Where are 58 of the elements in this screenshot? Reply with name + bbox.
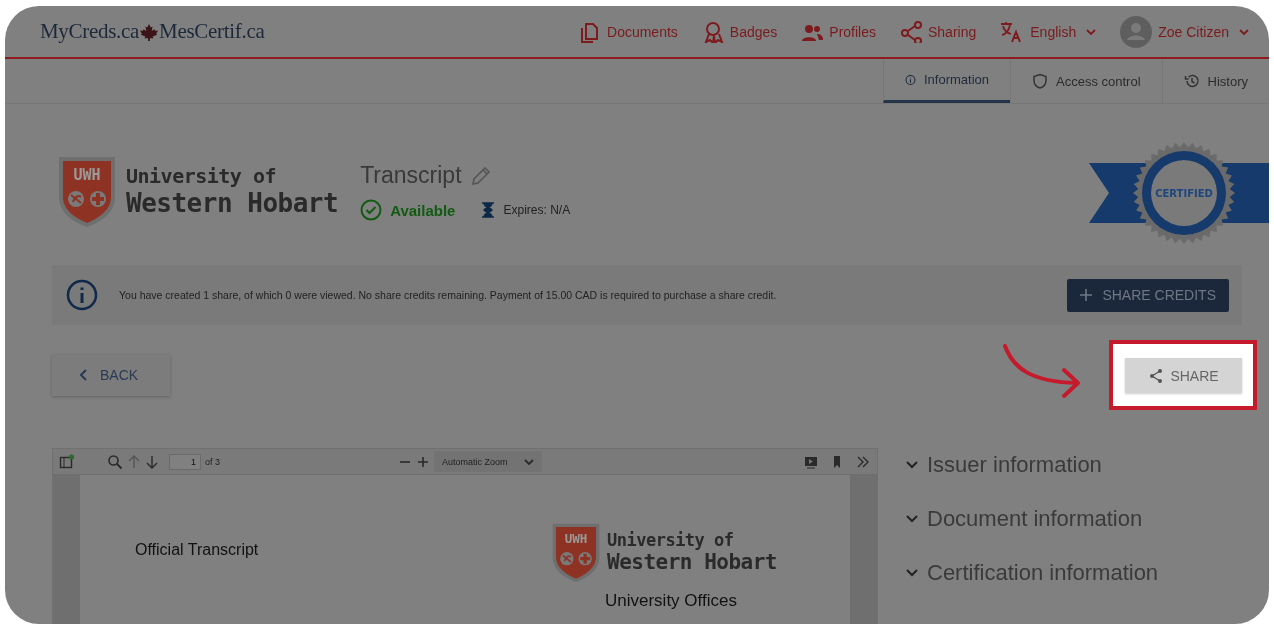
check-circle-icon [360,199,383,221]
pencil-icon [469,164,492,187]
nav-link[interactable]: Sharing [900,20,977,43]
university-name: University of [607,530,735,550]
chevron-down-icon [905,460,919,470]
logo-initials: UWH [73,166,101,184]
caret-icon [1086,27,1097,36]
chevron-left-icon [80,369,88,381]
site-logo-text[interactable]: MyCreds.ca [40,19,140,44]
share-icon [900,20,922,43]
search-icon[interactable] [107,453,123,470]
tab[interactable]: History [1161,59,1269,103]
nav-link[interactable]: Documents [579,20,678,43]
sidebar-toggle-icon[interactable] [59,453,75,470]
seal-label: CERTIFIED [1155,188,1213,199]
university-name: Western Hobart [126,188,339,218]
back-button[interactable]: BACK [52,354,170,396]
accordion-header[interactable]: Document information [905,506,1159,532]
chevron-down-icon [905,568,919,578]
bookmark-icon[interactable] [831,453,843,470]
hourglass-icon [481,202,496,218]
plus-icon [1080,289,1093,301]
page-count: of 3 [205,456,220,467]
office-heading: University Offices [605,591,738,611]
shield-icon [552,523,600,582]
page-heading: Official Transcript [135,541,259,560]
shield-icon [59,157,115,227]
expiry-text: Expires: N/A [503,203,571,217]
nav-link[interactable]: Profiles [801,20,876,43]
info-icon [66,279,98,311]
university-name: University of [126,164,278,188]
chevron-down-icon [905,514,919,524]
nav-link[interactable]: Badges [701,20,778,43]
share-icon [1148,367,1165,384]
notice-text: You have created 1 share, of which 0 were viewed. No share credits remaining. Payment of 15.00 CAD is required to purchase a share credit. [119,289,778,301]
share-button[interactable]: SHARE [1125,358,1242,393]
avatar-icon [1120,15,1153,48]
language-menu[interactable]: English [1000,20,1097,43]
share-credits-button[interactable]: SHARE CREDITS [1067,278,1229,312]
caret-icon [1239,27,1249,36]
tab[interactable]: Information [883,59,1010,103]
documents-icon [579,20,601,43]
arrow-down-icon[interactable] [145,453,159,470]
logo-initials: UWH [564,530,588,546]
zoom-select[interactable]: Automatic Zoom [434,451,542,472]
accordion-header[interactable]: Certification information [905,560,1159,586]
history-icon [1183,73,1200,89]
page-number-field[interactable]: 1 [169,453,201,470]
university-name: Western Hobart [607,550,777,574]
site-logo-text[interactable]: MesCertif.ca [159,19,265,44]
user-menu[interactable]: Zoe Citizen [1120,15,1249,48]
tab[interactable]: Access control [1010,59,1162,103]
caret-icon [523,457,534,466]
maple-leaf-icon [140,22,159,41]
document-title: Transcript [360,162,462,189]
status-text: Available [390,201,456,219]
shield-icon [1032,73,1048,89]
accordion-header[interactable]: Issuer information [905,452,1159,478]
